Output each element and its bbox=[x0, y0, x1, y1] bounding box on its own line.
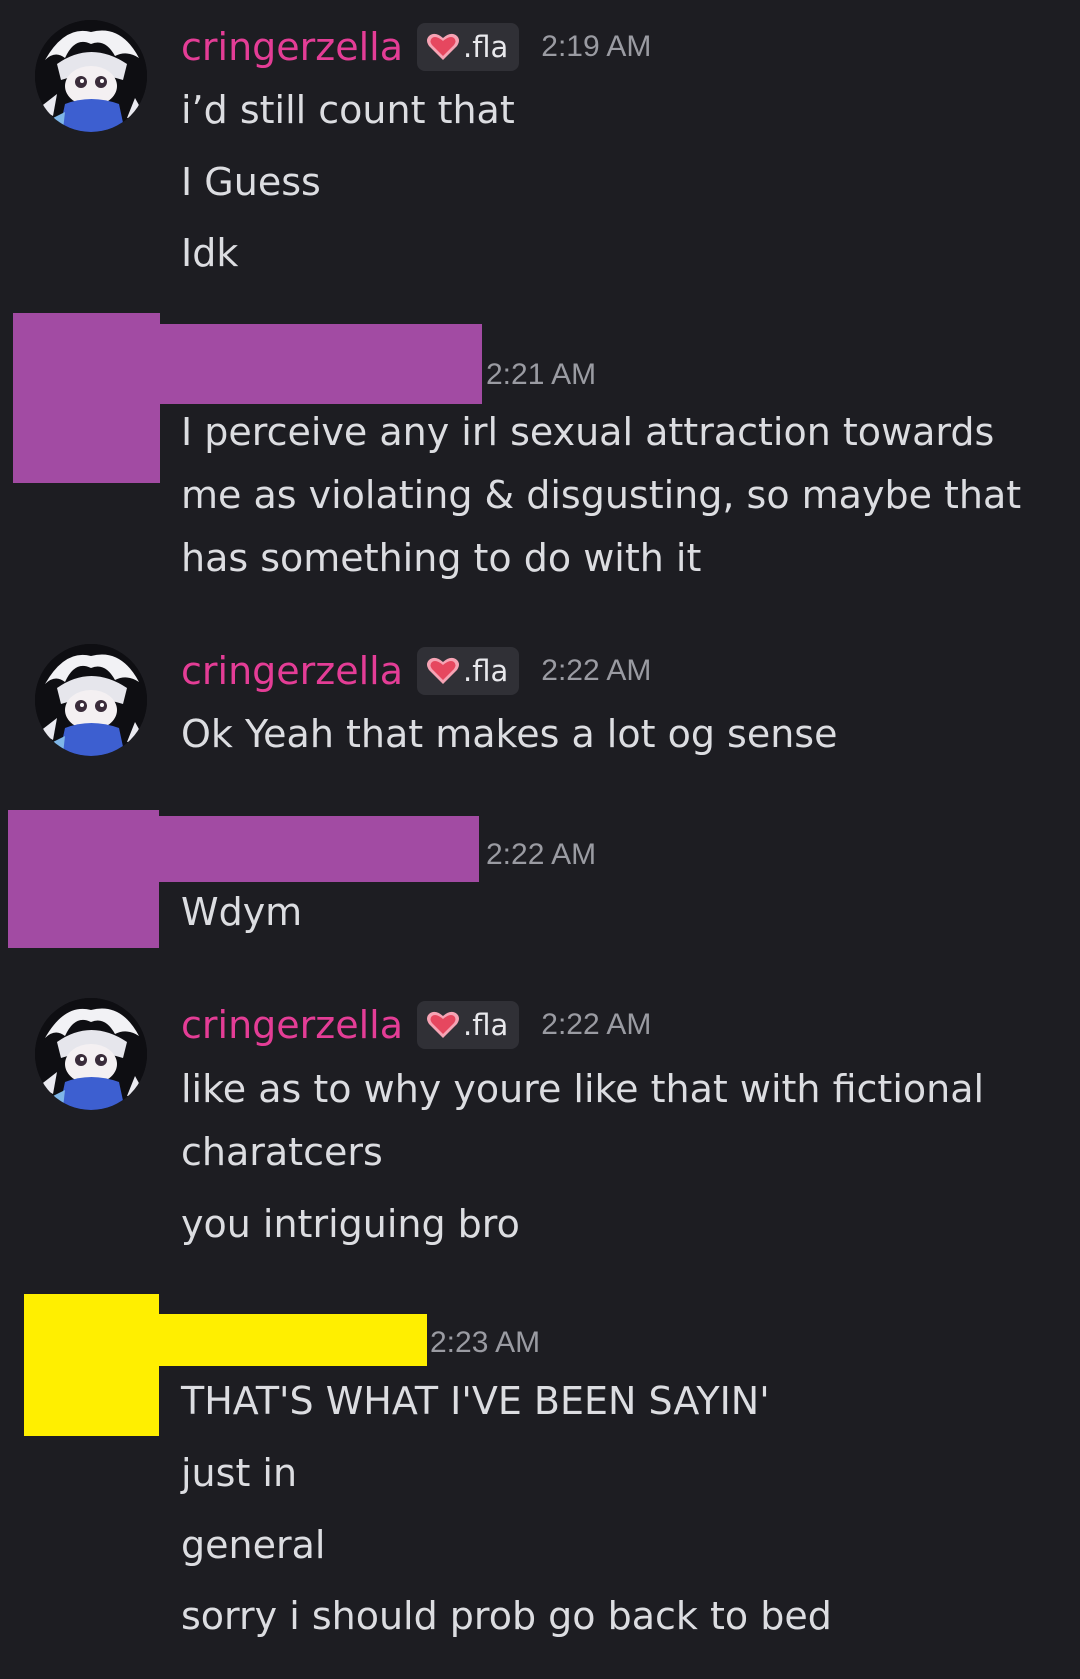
message-line: Wdym bbox=[181, 890, 303, 934]
server-tag[interactable]: .fla bbox=[417, 23, 520, 71]
server-tag[interactable]: .fla bbox=[417, 647, 520, 695]
timestamp: 2:23 AM bbox=[430, 1326, 541, 1359]
username[interactable]: cringerzella bbox=[181, 649, 403, 693]
avatar-image bbox=[35, 20, 147, 132]
redacted-avatar-block bbox=[24, 1294, 159, 1436]
avatar-image bbox=[35, 644, 147, 756]
user-avatar[interactable] bbox=[35, 998, 147, 1110]
message-line: you intriguing bro bbox=[181, 1202, 520, 1246]
redacted-username-block bbox=[150, 816, 479, 882]
redacted-username-block bbox=[150, 1314, 427, 1366]
message-line: I perceive any irl sexual attraction tow… bbox=[181, 410, 995, 454]
message-line: general bbox=[181, 1523, 326, 1567]
redacted-username-block bbox=[150, 324, 482, 404]
message-line: like as to why youre like that with fict… bbox=[181, 1067, 985, 1111]
tag-label: .fla bbox=[463, 654, 509, 688]
message-line: has something to do with it bbox=[181, 536, 702, 580]
message-line: THAT'S WHAT I'VE BEEN SAYIN' bbox=[181, 1379, 770, 1423]
username[interactable]: cringerzella bbox=[181, 25, 403, 69]
timestamp: 2:22 AM bbox=[541, 1008, 652, 1041]
redacted-avatar-block bbox=[13, 313, 160, 483]
username[interactable]: cringerzella bbox=[181, 1003, 403, 1047]
timestamp: 2:19 AM bbox=[541, 30, 652, 63]
message-line: Idk bbox=[181, 231, 239, 275]
timestamp: 2:22 AM bbox=[541, 654, 652, 687]
message-line: just in bbox=[181, 1451, 298, 1495]
message-line: sorry i should prob go back to bed bbox=[181, 1594, 832, 1638]
tag-label: .fla bbox=[463, 30, 509, 64]
message-header: cringerzella .fla 2:22 AM bbox=[181, 643, 651, 699]
message-line: i’d still count that bbox=[181, 88, 515, 132]
heart-icon bbox=[427, 657, 460, 684]
message-header: cringerzella .fla 2:19 AM bbox=[181, 19, 651, 75]
message-line: charatcers bbox=[181, 1130, 383, 1174]
redacted-avatar-block bbox=[8, 810, 159, 948]
timestamp: 2:22 AM bbox=[486, 838, 597, 871]
heart-icon bbox=[427, 33, 460, 60]
message-line: Ok Yeah that makes a lot og sense bbox=[181, 712, 838, 756]
user-avatar[interactable] bbox=[35, 20, 147, 132]
server-tag[interactable]: .fla bbox=[417, 1001, 520, 1049]
message-line: me as violating & disgusting, so maybe t… bbox=[181, 473, 1022, 517]
timestamp: 2:21 AM bbox=[486, 358, 597, 391]
heart-icon bbox=[427, 1011, 460, 1038]
message-header: cringerzella .fla 2:22 AM bbox=[181, 997, 651, 1053]
tag-label: .fla bbox=[463, 1008, 509, 1042]
message-line: I Guess bbox=[181, 160, 321, 204]
avatar-image bbox=[35, 998, 147, 1110]
user-avatar[interactable] bbox=[35, 644, 147, 756]
